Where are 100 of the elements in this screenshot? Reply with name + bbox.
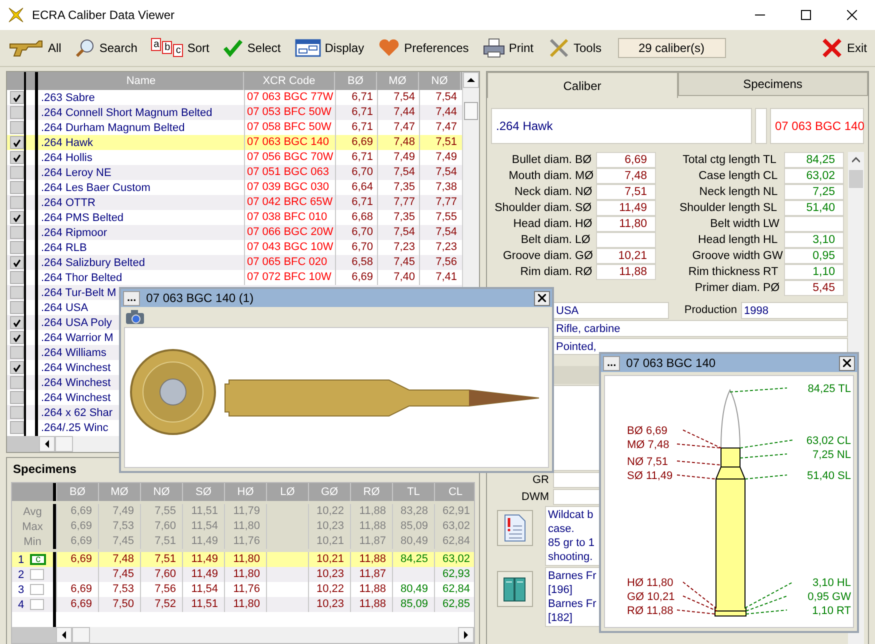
measurement-label: Belt diam.: [520, 233, 572, 248]
measurement-code: SØ: [574, 202, 593, 214]
measurement-value: 10,23: [316, 598, 344, 610]
caliber-name: .264 Warrior M: [40, 332, 114, 344]
value-field: 6,69: [596, 152, 656, 168]
summary-value: 10,22: [316, 505, 344, 517]
row-number: 2: [18, 568, 24, 580]
caliber-name: .264 Tur-Belt M: [40, 286, 118, 298]
summary-value: 85,09: [400, 520, 428, 532]
country-field: USA: [553, 302, 669, 319]
measurement-label: Neck length: [698, 185, 760, 200]
caliber-count: 29 caliber(s): [618, 38, 726, 58]
caliber-name: .264 Thor Belted: [40, 272, 124, 284]
summary-value: 7,55: [154, 505, 176, 517]
measurement-label: Groove diam.: [502, 249, 572, 264]
measurement-label: Total ctg length: [682, 153, 760, 168]
caliber-name: .264/.25 Winc: [40, 422, 110, 434]
row-label: Max: [22, 520, 43, 532]
measurement-label: Primer diam.: [694, 281, 760, 296]
value-field: 7,25: [784, 184, 844, 200]
measurement-label: Mouth diam.: [508, 169, 572, 184]
summary-value: 11,87: [359, 535, 386, 547]
summary-value: 63,02: [442, 520, 470, 532]
measurement-value: 10,23: [316, 568, 344, 580]
caliber-name: .264 OTTR: [40, 196, 96, 208]
measurement-value: 80,49: [400, 583, 428, 595]
measurement-value: 7,51: [154, 553, 176, 565]
measurement-code: LW: [762, 218, 780, 230]
caliber-name: .264 Winchest: [40, 392, 112, 404]
summary-value: 11,49: [191, 535, 218, 547]
measurement-value: 11,49: [191, 568, 218, 580]
measurement-value: 62,84: [442, 583, 470, 595]
length-label: 63,02 CL: [806, 435, 851, 447]
measurement-code: RØ: [574, 266, 594, 278]
measurement-label: Head diam.: [512, 217, 572, 232]
caliber-name: .264 Les Baer Custom: [40, 182, 152, 194]
caliber-name: .264 Durham Magnum Belted: [40, 122, 186, 134]
value-field: 3,10: [784, 232, 844, 248]
summary-value: 7,60: [154, 520, 176, 532]
caliber-name: .264 Williams: [40, 346, 108, 358]
summary-value: 7,49: [112, 505, 134, 517]
value-field: 5,45: [784, 280, 844, 296]
caliber-name: .264 Winchest: [40, 376, 112, 388]
measurement-label: Shoulder length: [678, 201, 760, 216]
length-label: 0,95 GW: [808, 591, 851, 603]
measurement-value: 10,21: [316, 553, 344, 565]
summary-value: 11,51: [191, 505, 218, 517]
measurement-value: 11,80: [233, 553, 260, 565]
caliber-name: .264 Hawk: [40, 136, 94, 148]
value-field: 11,80: [596, 216, 656, 232]
measurement-value: 11,51: [191, 598, 218, 610]
value-field: 10,21: [596, 248, 656, 264]
measurement-label: Belt width: [709, 217, 760, 232]
caliber-name: .264 Leroy NE: [40, 166, 112, 178]
measurement-value: 7,50: [112, 598, 134, 610]
measurement-value: 6,69: [70, 553, 92, 565]
length-label: 51,40 SL: [806, 470, 851, 482]
diameter-label: NØ 7,51: [627, 456, 668, 468]
summary-value: 10,21: [316, 535, 344, 547]
measurement-value: 7,53: [112, 583, 134, 595]
summary-value: 11,88: [359, 520, 386, 532]
window-title: 07 063 BGC 140 (1): [146, 291, 254, 305]
row-number: 1: [18, 554, 24, 566]
measurement-label: Rim thickness: [687, 265, 760, 280]
summary-value: 10,23: [316, 520, 344, 532]
caliber-name: .264 Connell Short Magnum Belted: [40, 106, 214, 118]
measurement-code: RT: [762, 266, 780, 278]
length-label: 7,25 NL: [812, 449, 851, 461]
caliber-name: .264 x 62 Shar: [40, 406, 114, 418]
measurement-value: 84,25: [400, 553, 428, 565]
summary-value: 80,49: [400, 535, 428, 547]
measurement-value: 7,56: [154, 583, 176, 595]
value-field: 11,88: [596, 264, 656, 280]
summary-value: 11,88: [359, 505, 386, 517]
summary-value: 11,80: [233, 520, 260, 532]
measurement-label: Head length: [696, 233, 760, 248]
value-field: 7,48: [596, 168, 656, 184]
value-field: 51,40: [784, 200, 844, 216]
xcr-code-field: 07 063 BGC 140: [770, 108, 864, 144]
summary-value: 83,28: [400, 505, 428, 517]
measurement-code: SL: [762, 202, 778, 214]
measurement-value: 11,54: [191, 583, 218, 595]
summary-value: 6,69: [70, 535, 92, 547]
measurement-value: 7,52: [154, 598, 176, 610]
caliber-name-field: .264 Hawk: [491, 108, 752, 144]
row-number: 3: [18, 584, 24, 596]
caliber-name: .264 USA Poly: [40, 316, 113, 328]
value-field: 11,49: [596, 200, 656, 216]
measurement-code: HL: [762, 234, 779, 246]
summary-value: 11,76: [233, 535, 260, 547]
caliber-name: .263 Sabre: [40, 92, 96, 104]
diameter-label: GØ 10,21: [627, 591, 675, 603]
length-label: 84,25 TL: [808, 383, 851, 395]
diameter-label: RØ 11,88: [627, 605, 674, 617]
measurement-value: 6,69: [70, 598, 92, 610]
production-field: 1998: [741, 302, 848, 319]
measurement-code: BØ: [574, 154, 593, 166]
value-field: 0,95: [784, 248, 844, 264]
diameter-label: BØ 6,69: [627, 425, 668, 437]
summary-value: 62,91: [442, 505, 470, 517]
